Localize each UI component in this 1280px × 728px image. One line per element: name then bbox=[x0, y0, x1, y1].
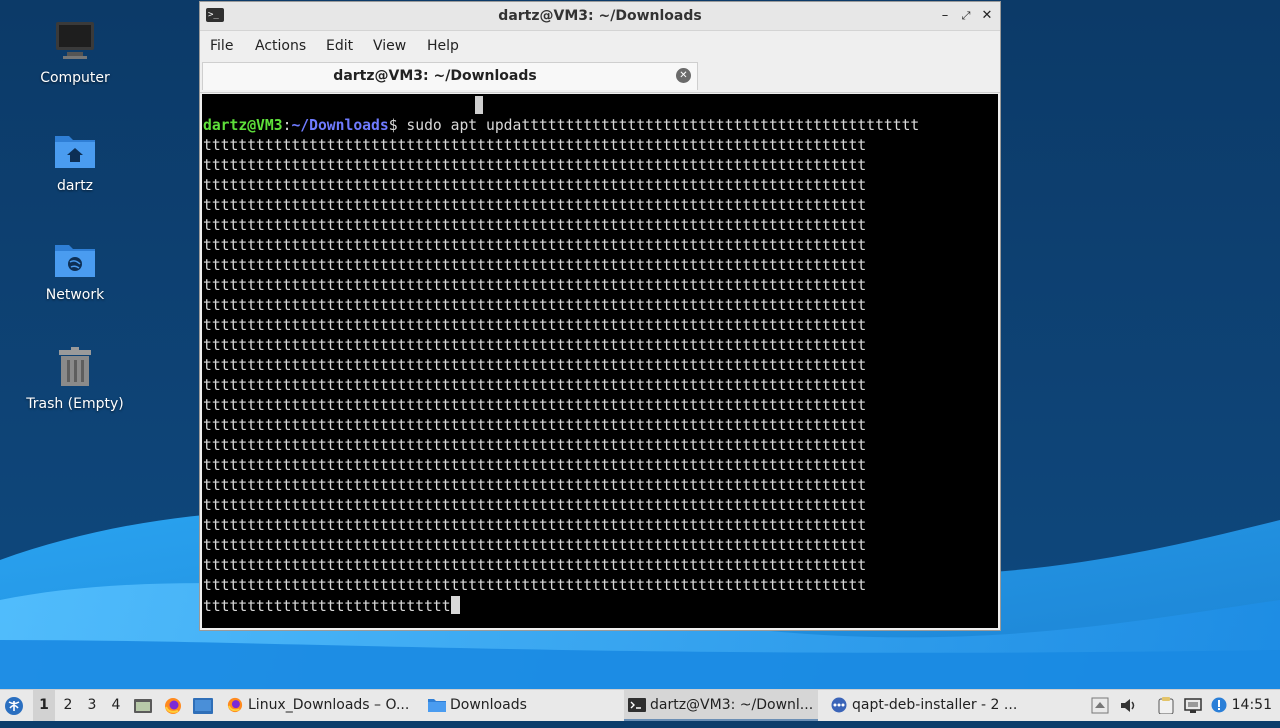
terminal-line: tttttttttttttttttttttttttttttttttttttttt… bbox=[203, 297, 867, 314]
network-folder-icon bbox=[53, 237, 97, 281]
folder-icon bbox=[428, 699, 446, 712]
desktop-icon-network[interactable]: Network bbox=[20, 237, 130, 303]
start-menu-button[interactable] bbox=[4, 690, 28, 721]
desktop-icon-computer[interactable]: Computer bbox=[20, 20, 130, 86]
terminal-line: tttttttttttttttttttttttttttttttttttttttt… bbox=[203, 237, 867, 254]
prompt-user: dartz@VM3 bbox=[203, 117, 283, 134]
network-icon[interactable] bbox=[1184, 697, 1202, 714]
terminal-line: tttttttttttttttttttttttttttttttttttttttt… bbox=[203, 157, 867, 174]
task-terminal[interactable]: dartz@VM3: ~/Downl... bbox=[624, 690, 818, 721]
terminal-window[interactable]: >_ dartz@VM3: ~/Downloads – ⤢ ✕ File Act… bbox=[199, 1, 1001, 631]
terminal-line: tttttttttttttttttttttttttttttttttttttttt… bbox=[203, 577, 867, 594]
terminal-line: tttttttttttttttttttttttttttttttttttttttt… bbox=[203, 537, 867, 554]
taskbar: 1 2 3 4 Linux_Downloads – O... Downloads… bbox=[0, 689, 1280, 721]
minimize-button[interactable]: – bbox=[935, 6, 955, 26]
desktop-icon-label: Network bbox=[45, 287, 105, 303]
tab-close-icon[interactable]: ✕ bbox=[676, 68, 691, 83]
update-icon[interactable] bbox=[1210, 697, 1228, 714]
terminal-output[interactable]: dartz@VM3:~/Downloads$ sudo apt updatttt… bbox=[202, 94, 998, 628]
terminal-line: tttttttttttttttttttttttttttttttttttttttt… bbox=[203, 437, 867, 454]
desktop-icon-label: dartz bbox=[56, 178, 94, 194]
desktop-icon bbox=[193, 698, 213, 714]
tab-terminal[interactable]: dartz@VM3: ~/Downloads ✕ bbox=[202, 62, 698, 90]
window-title: dartz@VM3: ~/Downloads bbox=[498, 8, 702, 24]
volume-icon[interactable] bbox=[1119, 697, 1137, 714]
firefox-icon bbox=[165, 698, 181, 714]
terminal-line: tttttttttttttttttttttttttttttttttttttttt… bbox=[203, 477, 867, 494]
command-text: sudo apt updattttttttttttttttttttttttttt… bbox=[406, 117, 920, 134]
terminal-line: tttttttttttttttttttttttttttttttttttttttt… bbox=[203, 457, 867, 474]
terminal-last-line: tttttttttttttttttttttttttttt bbox=[203, 598, 451, 615]
maximize-button[interactable]: ⤢ bbox=[956, 6, 976, 26]
menu-edit[interactable]: Edit bbox=[326, 38, 353, 54]
desktop-icon-label: Computer bbox=[40, 70, 110, 86]
window-titlebar[interactable]: >_ dartz@VM3: ~/Downloads – ⤢ ✕ bbox=[200, 2, 1000, 31]
terminal-line: tttttttttttttttttttttttttttttttttttttttt… bbox=[203, 357, 867, 374]
task-label: dartz@VM3: ~/Downl... bbox=[650, 697, 814, 713]
desktop-icon-trash[interactable]: Trash (Empty) bbox=[20, 346, 130, 412]
tab-title: dartz@VM3: ~/Downloads bbox=[333, 68, 537, 84]
workspace-3[interactable]: 3 bbox=[81, 690, 103, 721]
file-manager-icon bbox=[134, 699, 152, 713]
terminal-line: tttttttttttttttttttttttttttttttttttttttt… bbox=[203, 317, 867, 334]
tab-bar: dartz@VM3: ~/Downloads ✕ bbox=[200, 62, 1000, 93]
terminal-line: tttttttttttttttttttttttttttttttttttttttt… bbox=[203, 177, 867, 194]
desktop-icon-home[interactable]: dartz bbox=[20, 128, 130, 194]
launcher-file-manager[interactable] bbox=[134, 690, 154, 721]
clock[interactable]: 14:51 bbox=[1232, 690, 1272, 721]
task-label: qapt-deb-installer - 2 ... bbox=[852, 697, 1018, 713]
xubuntu-logo-icon bbox=[5, 697, 23, 715]
desktop-icon-label: Trash (Empty) bbox=[26, 396, 124, 412]
task-label: Linux_Downloads – O... bbox=[248, 697, 410, 713]
terminal-icon bbox=[628, 698, 646, 712]
text-cursor bbox=[450, 596, 460, 614]
terminal-line: tttttttttttttttttttttttttttttttttttttttt… bbox=[203, 557, 867, 574]
launcher-firefox[interactable] bbox=[164, 690, 184, 721]
terminal-line: tttttttttttttttttttttttttttttttttttttttt… bbox=[203, 337, 867, 354]
menu-actions[interactable]: Actions bbox=[255, 38, 306, 54]
terminal-text: dartz@VM3:~/Downloads$ sudo apt updatttt… bbox=[203, 116, 995, 617]
prompt-path: ~/Downloads bbox=[291, 117, 389, 134]
task-label: Downloads bbox=[450, 697, 527, 713]
terminal-line: tttttttttttttttttttttttttttttttttttttttt… bbox=[203, 197, 867, 214]
terminal-line: tttttttttttttttttttttttttttttttttttttttt… bbox=[203, 377, 867, 394]
task-qapt-installer[interactable]: qapt-deb-installer - 2 ... bbox=[826, 690, 1046, 721]
terminal-line: tttttttttttttttttttttttttttttttttttttttt… bbox=[203, 277, 867, 294]
task-downloads[interactable]: Downloads bbox=[424, 690, 644, 721]
up-arrow-icon[interactable] bbox=[1091, 697, 1109, 714]
terminal-wrapped-lines: tttttttttttttttttttttttttttttttttttttttt… bbox=[203, 137, 866, 594]
menu-bar: File Actions Edit View Help bbox=[200, 31, 1000, 62]
terminal-line: tttttttttttttttttttttttttttttttttttttttt… bbox=[203, 497, 867, 514]
close-button[interactable]: ✕ bbox=[977, 6, 997, 26]
menu-file[interactable]: File bbox=[210, 38, 233, 54]
menu-help[interactable]: Help bbox=[427, 38, 459, 54]
terminal-line: tttttttttttttttttttttttttttttttttttttttt… bbox=[203, 397, 867, 414]
launcher-show-desktop[interactable] bbox=[193, 690, 213, 721]
workspace-4[interactable]: 4 bbox=[105, 690, 127, 721]
workspace-2[interactable]: 2 bbox=[57, 690, 79, 721]
prompt-symbol: $ bbox=[388, 117, 407, 134]
firefox-icon bbox=[227, 697, 243, 713]
terminal-line: tttttttttttttttttttttttttttttttttttttttt… bbox=[203, 217, 867, 234]
terminal-line: tttttttttttttttttttttttttttttttttttttttt… bbox=[203, 257, 867, 274]
terminal-line: tttttttttttttttttttttttttttttttttttttttt… bbox=[203, 137, 867, 154]
workspace-1[interactable]: 1 bbox=[33, 690, 55, 721]
terminal-line: tttttttttttttttttttttttttttttttttttttttt… bbox=[203, 517, 867, 534]
task-firefox[interactable]: Linux_Downloads – O... bbox=[222, 690, 442, 721]
trash-icon bbox=[53, 346, 97, 390]
menu-view[interactable]: View bbox=[373, 38, 406, 54]
computer-icon bbox=[53, 20, 97, 64]
clipboard-icon[interactable] bbox=[1157, 697, 1175, 714]
scrollbar-thumb[interactable] bbox=[475, 96, 483, 114]
terminal-line: tttttttttttttttttttttttttttttttttttttttt… bbox=[203, 417, 867, 434]
dots-icon bbox=[831, 697, 847, 713]
home-folder-icon bbox=[53, 128, 97, 172]
